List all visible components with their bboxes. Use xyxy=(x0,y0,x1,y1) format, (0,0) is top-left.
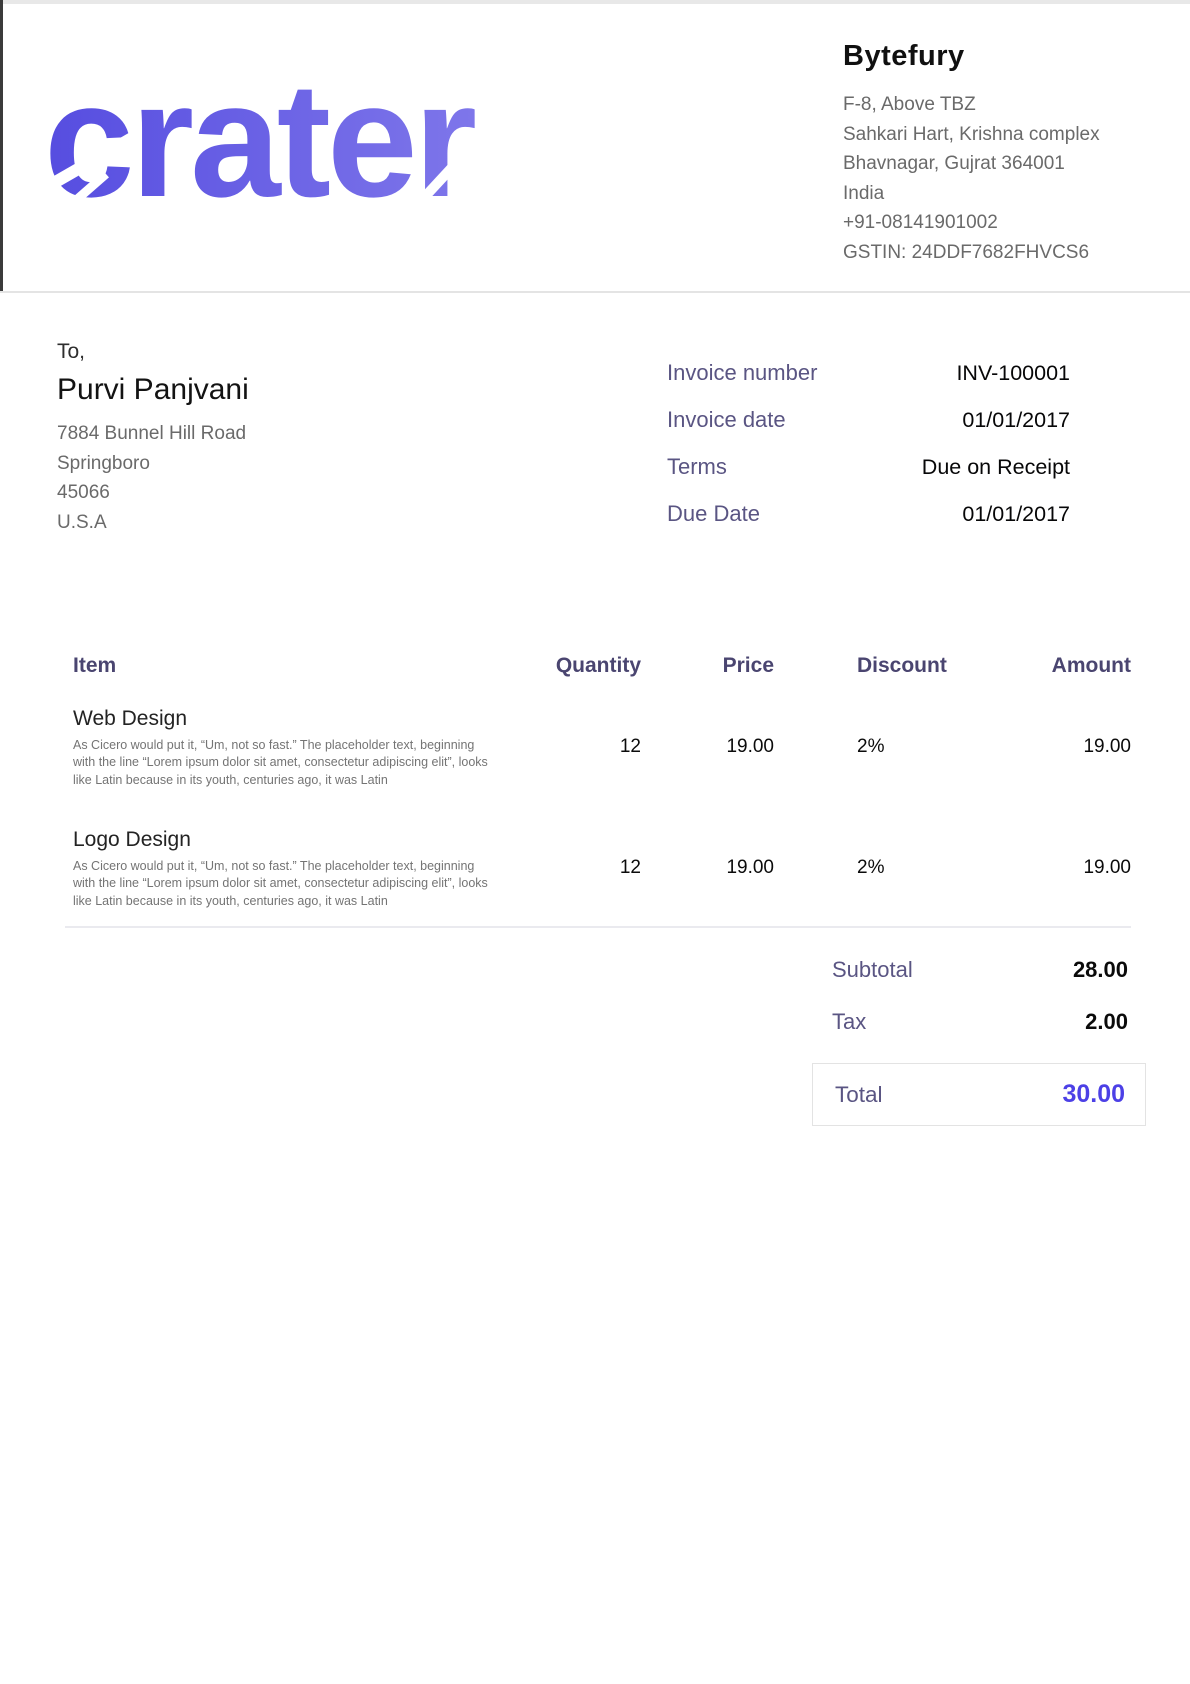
column-header-price: Price xyxy=(641,654,774,678)
invoice-number-value: INV-100001 xyxy=(956,361,1070,386)
company-address-line: Bhavnagar, Gujrat 364001 xyxy=(843,149,1173,179)
column-header-item: Item xyxy=(73,654,510,678)
invoice-number-row: Invoice number INV-100001 xyxy=(660,360,1070,386)
invoice-page: crater Bytefury F-8, Above TBZ Sahkari H… xyxy=(0,0,1190,1684)
top-border-strip xyxy=(0,0,1190,4)
subtotal-label: Subtotal xyxy=(832,957,913,983)
invoice-date-label: Invoice date xyxy=(660,407,786,433)
customer-address: 7884 Bunnel Hill Road Springboro 45066 U… xyxy=(57,419,477,537)
header-divider xyxy=(0,291,1190,293)
customer-address-line: 7884 Bunnel Hill Road xyxy=(57,419,477,449)
item-description: As Cicero would put it, “Um, not so fast… xyxy=(73,858,503,910)
item-price: 19.00 xyxy=(641,705,774,789)
bill-to-block: To, Purvi Panjvani 7884 Bunnel Hill Road… xyxy=(57,340,477,537)
customer-name: Purvi Panjvani xyxy=(57,373,477,407)
item-discount: 2% xyxy=(857,705,962,789)
due-date-label: Due Date xyxy=(660,501,760,527)
tax-row: Tax 2.00 xyxy=(832,1009,1128,1035)
item-price: 19.00 xyxy=(641,826,774,910)
company-phone: +91-08141901002 xyxy=(843,208,1173,238)
due-date-row: Due Date 01/01/2017 xyxy=(660,501,1070,527)
invoice-meta: Invoice number INV-100001 Invoice date 0… xyxy=(660,360,1070,548)
customer-address-line: 45066 xyxy=(57,478,477,508)
company-address-line: India xyxy=(843,179,1173,209)
company-address-line: F-8, Above TBZ xyxy=(843,90,1173,120)
bill-to-label: To, xyxy=(57,340,477,364)
invoice-number-label: Invoice number xyxy=(660,360,817,386)
item-cell: Logo Design As Cicero would put it, “Um,… xyxy=(73,826,510,910)
item-quantity: 12 xyxy=(510,705,641,789)
invoice-date-row: Invoice date 01/01/2017 xyxy=(660,407,1070,433)
logo-wordmark: crater xyxy=(48,50,475,210)
totals-divider xyxy=(65,926,1131,928)
terms-value: Due on Receipt xyxy=(922,455,1070,480)
company-gstin: GSTIN: 24DDF7682FHVCS6 xyxy=(843,238,1173,268)
company-address: F-8, Above TBZ Sahkari Hart, Krishna com… xyxy=(843,90,1173,267)
item-name: Logo Design xyxy=(73,826,510,853)
company-address-line: Sahkari Hart, Krishna complex xyxy=(843,120,1173,150)
tax-label: Tax xyxy=(832,1009,866,1035)
grand-total-box: Total 30.00 xyxy=(812,1063,1146,1126)
terms-label: Terms xyxy=(660,454,727,480)
column-header-discount: Discount xyxy=(857,654,962,678)
column-header-amount: Amount xyxy=(962,654,1131,678)
table-row: Logo Design As Cicero would put it, “Um,… xyxy=(73,826,1131,910)
item-description: As Cicero would put it, “Um, not so fast… xyxy=(73,737,503,789)
subtotal-value: 28.00 xyxy=(1073,957,1128,983)
grand-total-label: Total xyxy=(835,1082,883,1108)
cell-spacer xyxy=(774,826,857,910)
item-amount: 19.00 xyxy=(962,705,1131,789)
column-spacer xyxy=(774,654,857,678)
customer-address-line: U.S.A xyxy=(57,508,477,538)
cell-spacer xyxy=(774,705,857,789)
customer-address-line: Springboro xyxy=(57,449,477,479)
invoice-date-value: 01/01/2017 xyxy=(962,408,1070,433)
terms-row: Terms Due on Receipt xyxy=(660,454,1070,480)
table-row: Web Design As Cicero would put it, “Um, … xyxy=(73,705,1131,789)
due-date-value: 01/01/2017 xyxy=(962,502,1070,527)
company-name: Bytefury xyxy=(843,40,1173,73)
column-header-quantity: Quantity xyxy=(510,654,641,678)
grand-total-value: 30.00 xyxy=(1062,1080,1125,1109)
item-discount: 2% xyxy=(857,826,962,910)
left-border-bar xyxy=(0,0,3,292)
crater-logo: crater xyxy=(48,50,498,210)
tax-value: 2.00 xyxy=(1085,1009,1128,1035)
company-block: Bytefury F-8, Above TBZ Sahkari Hart, Kr… xyxy=(843,40,1173,267)
subtotal-row: Subtotal 28.00 xyxy=(832,957,1128,983)
item-name: Web Design xyxy=(73,705,510,732)
items-table-header: Item Quantity Price Discount Amount xyxy=(73,654,1131,678)
item-quantity: 12 xyxy=(510,826,641,910)
item-cell: Web Design As Cicero would put it, “Um, … xyxy=(73,705,510,789)
item-amount: 19.00 xyxy=(962,826,1131,910)
crater-logo-icon: crater xyxy=(48,50,498,210)
